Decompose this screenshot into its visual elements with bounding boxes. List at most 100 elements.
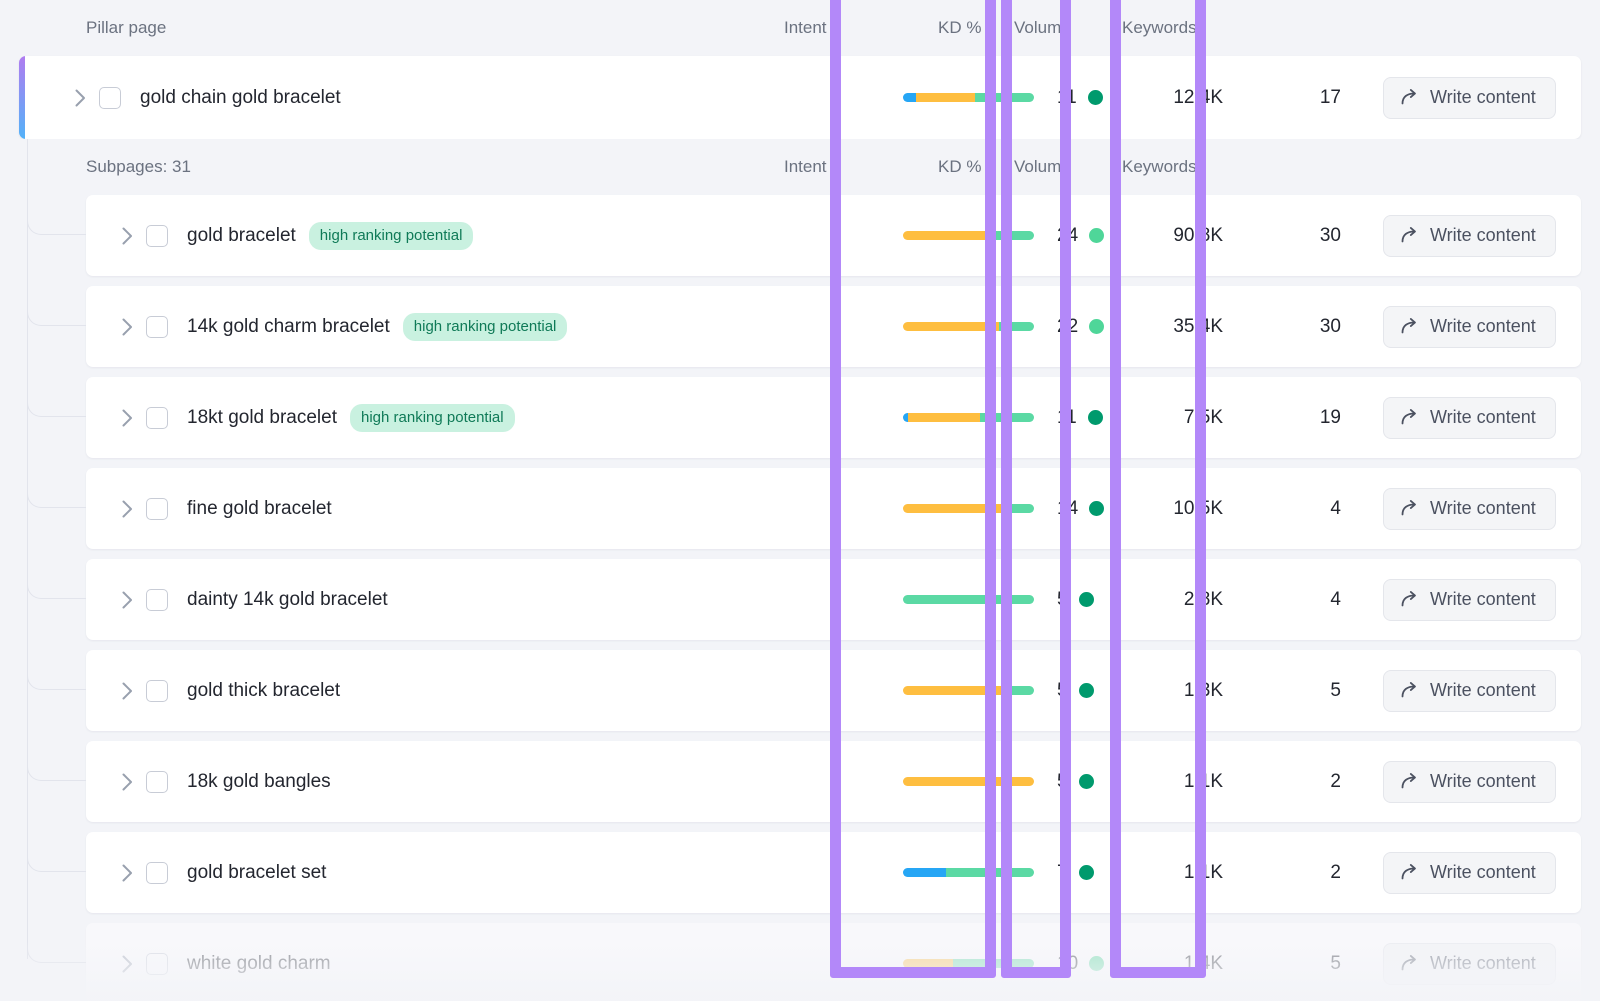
write-content-button[interactable]: Write content	[1383, 943, 1556, 985]
action-cell: Write content	[1371, 488, 1581, 530]
intent-cell	[889, 868, 1049, 877]
volume-value: 12.4K	[1119, 87, 1231, 109]
row-name-cell: gold bracelethigh ranking potential	[86, 222, 473, 250]
kd-cell: 24	[1049, 225, 1119, 247]
table-row[interactable]: white gold charm101.4K5Write content	[86, 923, 1581, 1001]
row-name-cell: dainty 14k gold bracelet	[86, 589, 388, 611]
keyword-label: gold thick bracelet	[187, 680, 340, 702]
intent-bar	[903, 686, 1034, 695]
share-arrow-icon	[1400, 590, 1419, 609]
row-checkbox[interactable]	[146, 771, 168, 793]
row-checkbox[interactable]	[99, 87, 121, 109]
write-content-button[interactable]: Write content	[1383, 397, 1556, 439]
table-row[interactable]: gold bracelethigh ranking potential 24 90.…	[86, 195, 1581, 276]
tree-connector-elbow	[27, 209, 86, 235]
volume-value: 90.8K	[1119, 225, 1231, 247]
write-content-button[interactable]: Write content	[1383, 670, 1556, 712]
kd-cell: 14	[1049, 498, 1119, 520]
row-checkbox[interactable]	[146, 225, 168, 247]
intent-segment-transactional	[999, 322, 1034, 331]
write-content-button[interactable]: Write content	[1383, 761, 1556, 803]
expand-chevron-icon[interactable]	[108, 864, 146, 882]
expand-chevron-icon[interactable]	[108, 409, 146, 427]
share-arrow-icon	[1400, 88, 1419, 107]
intent-bar	[903, 868, 1034, 877]
keyword-clusters-table: Pillar page Intent KD % Volume Keywords …	[0, 0, 1600, 1001]
row-checkbox[interactable]	[146, 589, 168, 611]
row-checkbox[interactable]	[146, 953, 168, 975]
share-arrow-icon	[1400, 408, 1419, 427]
expand-chevron-icon[interactable]	[108, 955, 146, 973]
keywords-value: 30	[1231, 225, 1371, 247]
subheader-volume: Volume	[1000, 157, 1112, 177]
share-arrow-icon	[1400, 863, 1419, 882]
intent-segment-commercial	[916, 93, 975, 102]
intent-segment-transactional	[953, 959, 1034, 968]
kd-cell: 11	[1049, 407, 1119, 429]
intent-segment-commercial	[903, 322, 999, 331]
table-row[interactable]: 18kt gold bracelethigh ranking potential…	[86, 377, 1581, 458]
kd-value: 10	[1057, 953, 1078, 975]
write-content-button[interactable]: Write content	[1383, 215, 1556, 257]
expand-chevron-icon[interactable]	[108, 591, 146, 609]
keywords-value: 2	[1231, 771, 1371, 793]
row-checkbox[interactable]	[146, 862, 168, 884]
intent-segment-commercial	[903, 777, 1034, 786]
expand-chevron-icon[interactable]	[108, 318, 146, 336]
row-checkbox[interactable]	[146, 316, 168, 338]
action-cell: Write content	[1371, 306, 1581, 348]
kd-value: 24	[1057, 225, 1078, 247]
high-ranking-potential-badge: high ranking potential	[403, 313, 568, 341]
intent-bar	[903, 595, 1034, 604]
write-content-button[interactable]: Write content	[1383, 77, 1556, 119]
table-row[interactable]: gold thick bracelet51.3K5Write content	[86, 650, 1581, 731]
intent-bar	[903, 231, 1034, 240]
table-row[interactable]: 14k gold charm bracelet high ranking pote…	[86, 286, 1581, 367]
row-metrics: 52.8K4Write content	[889, 579, 1581, 621]
pillar-row[interactable]: gold chain gold bracelet 11 12.4K 17 Wri…	[19, 56, 1581, 139]
expand-chevron-icon[interactable]	[108, 227, 146, 245]
table-row[interactable]: 18k gold bangles51.1K2Write content	[86, 741, 1581, 822]
kd-cell: 5	[1049, 589, 1119, 611]
row-metrics: 101.4K5Write content	[889, 943, 1581, 985]
table-row[interactable]: gold bracelet set71.1K2Write content	[86, 832, 1581, 913]
row-metrics: 2235.4K30Write content	[889, 306, 1581, 348]
row-checkbox[interactable]	[146, 498, 168, 520]
intent-segment-commercial	[903, 504, 1001, 513]
write-content-label: Write content	[1430, 316, 1536, 337]
row-checkbox[interactable]	[146, 407, 168, 429]
action-cell: Write content	[1371, 397, 1581, 439]
intent-segment-transactional	[993, 231, 1034, 240]
keyword-label: 14k gold charm bracelet	[187, 316, 390, 338]
pillar-metrics: 11 12.4K 17 Write content	[889, 77, 1581, 119]
intent-segment-transactional	[1008, 686, 1034, 695]
row-metrics: 51.1K2Write content	[889, 761, 1581, 803]
intent-cell	[889, 93, 1049, 102]
table-row[interactable]: dainty 14k gold bracelet52.8K4Write cont…	[86, 559, 1581, 640]
high-ranking-potential-badge: high ranking potential	[309, 222, 474, 250]
write-content-button[interactable]: Write content	[1383, 488, 1556, 530]
intent-segment-informational	[903, 868, 946, 877]
kd-value: 5	[1057, 771, 1068, 793]
intent-segment-transactional	[903, 595, 1034, 604]
intent-bar	[903, 777, 1034, 786]
intent-segment-transactional	[946, 868, 1034, 877]
write-content-button[interactable]: Write content	[1383, 306, 1556, 348]
write-content-label: Write content	[1430, 589, 1536, 610]
subheader-keywords: Keywords	[1112, 157, 1252, 177]
keywords-value: 4	[1231, 589, 1371, 611]
table-row[interactable]: fine gold bracelet1410.5K4Write content	[86, 468, 1581, 549]
row-checkbox[interactable]	[146, 680, 168, 702]
expand-chevron-icon[interactable]	[108, 500, 146, 518]
subpages-list: gold bracelethigh ranking potential2490.…	[0, 195, 1600, 1001]
volume-value: 1.1K	[1119, 862, 1231, 884]
kd-level-dot	[1089, 501, 1104, 516]
keyword-label: 18kt gold bracelet	[187, 407, 337, 429]
expand-chevron-icon[interactable]	[108, 682, 146, 700]
expand-chevron-icon[interactable]	[108, 773, 146, 791]
write-content-button[interactable]: Write content	[1383, 852, 1556, 894]
expand-chevron-icon[interactable]	[61, 89, 99, 107]
write-content-button[interactable]: Write content	[1383, 579, 1556, 621]
action-cell: Write content	[1371, 579, 1581, 621]
keywords-value: 19	[1231, 407, 1371, 429]
